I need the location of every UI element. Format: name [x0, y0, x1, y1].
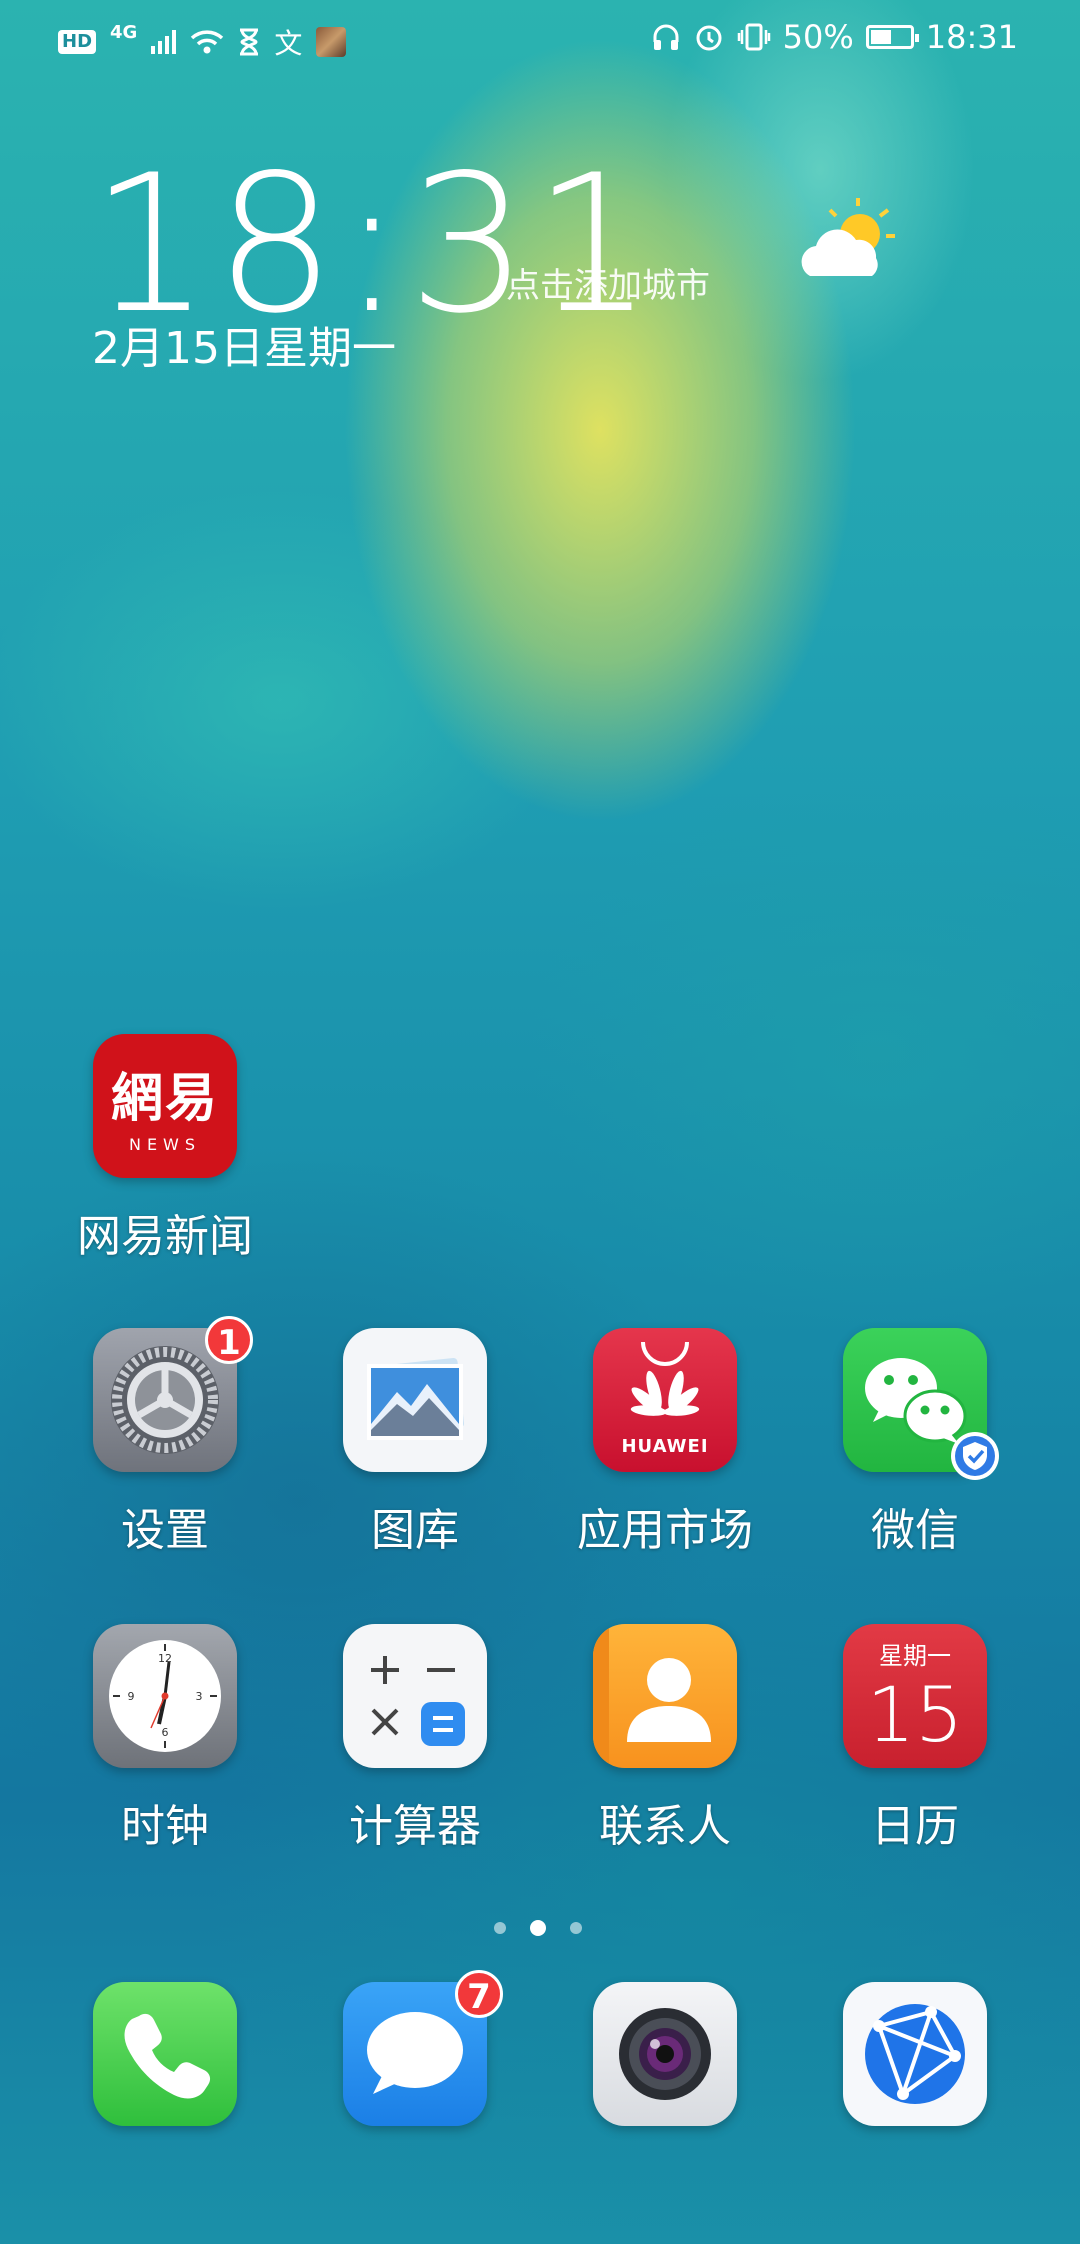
- notification-badge: 1: [205, 1316, 253, 1364]
- calculator-icon: [343, 1624, 487, 1768]
- app-settings[interactable]: 1 设置: [65, 1316, 265, 1558]
- dock-browser[interactable]: [815, 1982, 1015, 2126]
- svg-text:3: 3: [196, 1690, 203, 1703]
- dock-phone[interactable]: [65, 1982, 265, 2126]
- app-label: 联系人: [599, 1801, 731, 1852]
- app-calculator[interactable]: 计算器: [315, 1624, 515, 1854]
- verified-shield-icon: [951, 1432, 999, 1480]
- page-dot-active[interactable]: [530, 1920, 546, 1936]
- wifi-icon: [191, 30, 224, 54]
- app-label: 应用市场: [577, 1505, 753, 1556]
- hourglass-icon: [240, 28, 259, 56]
- contacts-person-icon: [593, 1624, 737, 1768]
- calendar-icon: 星期一 15: [843, 1624, 987, 1768]
- avatar-icon: [316, 27, 347, 57]
- network-type-label: 4G: [110, 21, 138, 43]
- app-clock[interactable]: 12 3 6 9 时钟: [65, 1624, 265, 1854]
- globe-icon: [843, 1982, 987, 2126]
- app-contacts[interactable]: 联系人: [565, 1624, 765, 1854]
- vibrate-icon: [737, 23, 770, 51]
- calendar-day: 15: [866, 1670, 964, 1759]
- netease-news-icon: 網易 NEWS: [93, 1034, 237, 1178]
- app-netease-news[interactable]: 網易 NEWS 网易新闻: [65, 1034, 265, 1264]
- camera-icon: [593, 1982, 737, 2126]
- headphones-icon: [653, 24, 679, 50]
- netease-news-subtext: NEWS: [128, 1135, 202, 1154]
- app-label: 计算器: [349, 1801, 481, 1852]
- app-wechat[interactable]: 微信: [815, 1328, 1015, 1558]
- app-label: 日历: [871, 1801, 959, 1852]
- calendar-weekday: 星期一: [879, 1642, 951, 1670]
- translate-icon: ⽂: [274, 27, 303, 60]
- app-huawei-appgallery[interactable]: HUAWEI 应用市场: [565, 1328, 765, 1558]
- battery-icon: [865, 25, 919, 49]
- svg-text:6: 6: [162, 1726, 169, 1739]
- huawei-brand-text: HUAWEI: [621, 1436, 709, 1457]
- battery-percent: 50%: [782, 18, 854, 56]
- app-label: 图库: [371, 1505, 459, 1556]
- app-calendar[interactable]: 星期一 15 日历: [815, 1624, 1015, 1854]
- status-bar: HD 4G ⽂ 50% 18:31: [0, 0, 1080, 80]
- netease-logo-text: 網易: [110, 1069, 219, 1129]
- dock-messages[interactable]: 7: [315, 1970, 515, 2126]
- page-dot[interactable]: [570, 1922, 582, 1934]
- page-indicator[interactable]: [494, 1920, 582, 1936]
- status-time: 18:31: [925, 18, 1018, 56]
- gallery-photo-icon: [343, 1328, 487, 1472]
- appgallery-bag-icon: HUAWEI: [593, 1328, 737, 1472]
- app-label: 微信: [871, 1505, 959, 1556]
- add-city-link[interactable]: 点击添加城市: [506, 258, 710, 307]
- hd-voice-icon: HD: [58, 30, 97, 54]
- phone-icon: [93, 1982, 237, 2126]
- app-gallery[interactable]: 图库: [315, 1328, 515, 1558]
- signal-strength-icon: [151, 30, 177, 54]
- app-label: 网易新闻: [77, 1211, 253, 1262]
- clock-face-icon: 12 3 6 9: [93, 1624, 237, 1768]
- svg-text:9: 9: [128, 1690, 135, 1703]
- notification-badge: 7: [455, 1970, 503, 2018]
- clock-widget-date[interactable]: 2月15日星期一: [92, 312, 396, 376]
- app-label: 时钟: [121, 1801, 209, 1852]
- page-dot[interactable]: [494, 1922, 506, 1934]
- app-label: 设置: [121, 1505, 209, 1556]
- alarm-icon: [696, 25, 722, 51]
- dock-camera[interactable]: [565, 1982, 765, 2126]
- partly-cloudy-icon[interactable]: [796, 198, 896, 288]
